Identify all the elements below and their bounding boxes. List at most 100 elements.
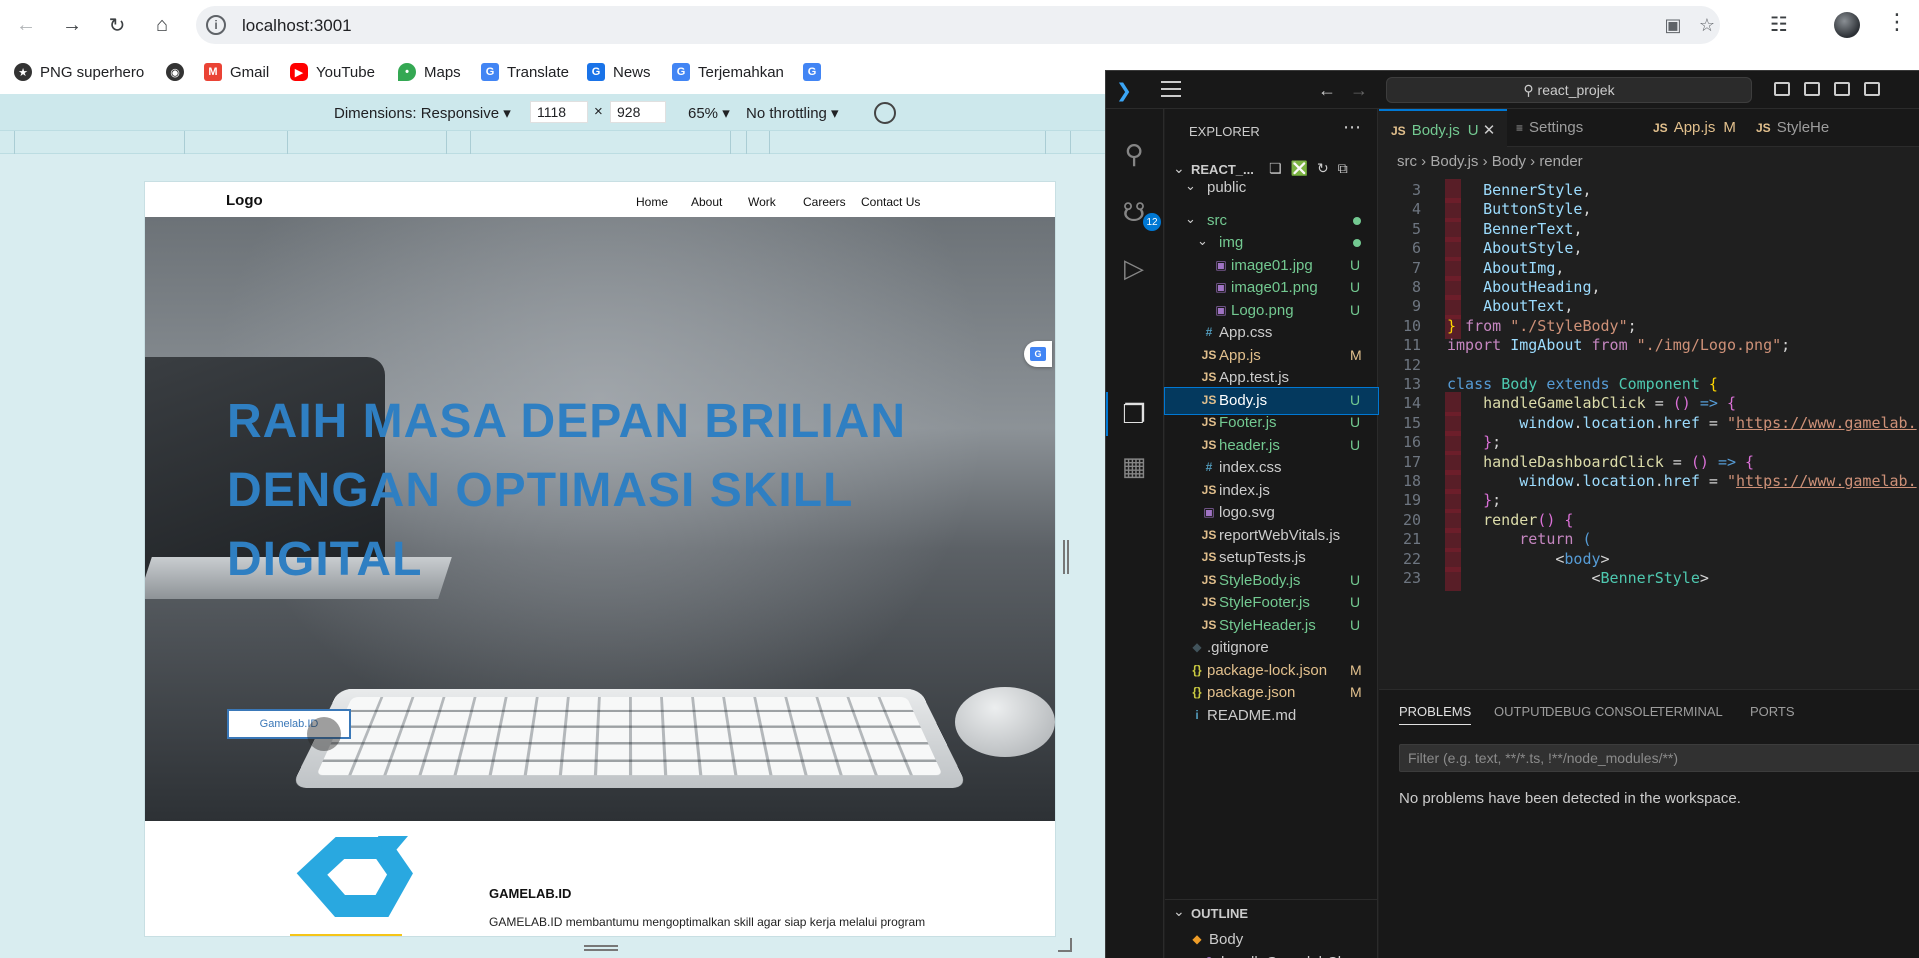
- bookmark-youtube[interactable]: ▶ YouTube: [290, 63, 375, 81]
- more-actions-icon[interactable]: ⋯: [1343, 117, 1361, 138]
- source-control-icon[interactable]: ☋ 12: [1119, 197, 1161, 231]
- bookmark-translate[interactable]: G Translate: [481, 63, 569, 81]
- bookmark-maps[interactable]: • Maps: [398, 63, 461, 81]
- file-name: package-lock.json: [1207, 661, 1328, 679]
- code-text: return (: [1519, 530, 1592, 549]
- panel-tab[interactable]: OUTPUT: [1494, 704, 1547, 719]
- js-file-icon: JS: [1201, 572, 1217, 587]
- code-editor[interactable]: 3 BennerStyle, 4 ButtonStyle, 5 BennerText…: [1379, 179, 1919, 629]
- tab-label: App.js: [1673, 119, 1716, 136]
- panel-tab[interactable]: PROBLEMS: [1399, 704, 1472, 725]
- translate-extension-chip[interactable]: G: [1024, 341, 1052, 367]
- bookmark-globe[interactable]: ◉: [166, 63, 192, 81]
- address-url[interactable]: localhost:3001: [242, 16, 352, 36]
- panel-tab[interactable]: PORTS: [1750, 704, 1795, 719]
- code-text: class Body extends Component {: [1447, 375, 1718, 393]
- resize-handle-corner[interactable]: [1058, 938, 1072, 952]
- bookmark-gmail[interactable]: M Gmail: [204, 63, 269, 81]
- command-center-search[interactable]: ⚲ react_projek: [1386, 77, 1752, 103]
- explorer-icon[interactable]: ❐: [1119, 399, 1149, 429]
- nav-home[interactable]: Home: [636, 195, 668, 209]
- editor-tab[interactable]: JS App.js M: [1641, 109, 1748, 147]
- throttle-dropdown[interactable]: No throttling ▾: [746, 104, 839, 122]
- toggle-panel-icon[interactable]: [1804, 82, 1820, 96]
- back-icon[interactable]: ←: [12, 11, 40, 39]
- js-file-icon: JS: [1201, 415, 1217, 429]
- viewport-height-input[interactable]: 928: [610, 101, 666, 123]
- nav-contact-us[interactable]: Contact Us: [861, 195, 920, 209]
- breadcrumb-item[interactable]: Body: [1492, 153, 1526, 170]
- nav-work[interactable]: Work: [748, 195, 776, 209]
- folder-item[interactable]: ⌄ public: [1165, 175, 1378, 201]
- run-debug-icon[interactable]: ▷: [1119, 253, 1149, 283]
- git-status-letter: U: [1350, 616, 1361, 633]
- bookmark-label: Terjemahkan: [698, 63, 784, 81]
- line-number: 18: [1402, 472, 1421, 490]
- toggle-secondary-sidebar-icon[interactable]: [1834, 82, 1850, 96]
- nav-careers[interactable]: Careers: [803, 195, 846, 209]
- nav-forward-icon[interactable]: →: [1350, 80, 1368, 101]
- file-name: StyleBody.js: [1219, 571, 1301, 589]
- bottom-panel: PROBLEMS OUTPUT DEBUG CONSOLE TERMINAL PORTS…: [1379, 689, 1919, 958]
- breadcrumb-item[interactable]: Body.js: [1430, 153, 1478, 170]
- device-toolbar: Dimensions: Responsive ▾ 1118 × 928 65% …: [0, 94, 1105, 130]
- js-file-icon: JS: [1201, 617, 1217, 632]
- search-icon[interactable]: ⚲: [1119, 139, 1149, 169]
- editor-tab[interactable]: ≡ Settings: [1504, 109, 1595, 147]
- editor-tab[interactable]: JS Body.js U ✕: [1379, 109, 1508, 147]
- viewport-width-input[interactable]: 1118: [530, 101, 588, 123]
- line-number: 20: [1402, 510, 1421, 529]
- code-line[interactable]: 23 <BennerStyle>: [1379, 567, 1919, 591]
- problems-filter-input[interactable]: Filter (e.g. text, **/*.ts, !**/node_mod…: [1399, 744, 1919, 772]
- file-item[interactable]: i README.md: [1165, 703, 1378, 729]
- address-bar[interactable]: i localhost:3001 ▣ ☆: [196, 6, 1720, 44]
- resize-handle-bottom[interactable]: [584, 945, 618, 951]
- editor-tab[interactable]: JS StyleHe: [1744, 109, 1841, 147]
- js-file-icon: JS: [1201, 595, 1217, 609]
- install-app-icon[interactable]: ▣: [1662, 15, 1684, 37]
- rotate-icon[interactable]: [874, 102, 896, 124]
- extensions-puzzle-icon[interactable]: ☷: [1770, 12, 1788, 37]
- media-query-ruler[interactable]: [0, 130, 1105, 155]
- activity-bar: ⚲ ☋ 12 ▷ ❐ ▦: [1106, 109, 1164, 958]
- explorer-sidebar: EXPLORER ⋯ ⌄ REACT_... ❏❎↻⧉ ⌄ public ⌄ src ⌄…: [1164, 109, 1379, 958]
- browser-toolbar: ← → ↻ ⌂ i localhost:3001 ▣ ☆ ☷ ⋮: [0, 0, 1919, 50]
- resize-handle-right[interactable]: [1063, 540, 1069, 574]
- home-icon[interactable]: ⌂: [148, 11, 176, 39]
- about-logo-image: [290, 836, 413, 936]
- breadcrumb-item[interactable]: src: [1397, 153, 1417, 170]
- close-icon[interactable]: ✕: [1479, 122, 1496, 139]
- panel-tab[interactable]: TERMINAL: [1657, 704, 1723, 719]
- outline-header[interactable]: ⌄ OUTLINE: [1165, 899, 1378, 925]
- explorer-title: EXPLORER: [1189, 124, 1260, 139]
- image-file-icon: ▣: [1215, 257, 1227, 272]
- toggle-sidebar-icon[interactable]: [1774, 82, 1790, 96]
- bookmark-terjemahkan[interactable]: G Terjemahkan: [672, 63, 784, 81]
- forward-icon[interactable]: →: [58, 11, 86, 39]
- bookmark-news[interactable]: G News: [587, 63, 651, 81]
- bookmark-png-superhero[interactable]: ★ PNG superhero: [14, 63, 144, 81]
- file-name: img: [1219, 234, 1244, 251]
- site-info-icon[interactable]: i: [206, 15, 226, 35]
- bookmark-star-icon[interactable]: ☆: [1696, 15, 1718, 37]
- customize-layout-icon[interactable]: [1864, 82, 1880, 96]
- hamburger-menu-icon[interactable]: [1161, 81, 1181, 97]
- panel-tab[interactable]: DEBUG CONSOLE: [1545, 704, 1658, 719]
- bookmark-label: News: [613, 63, 651, 81]
- dimensions-dropdown[interactable]: Dimensions: Responsive ▾: [334, 104, 511, 122]
- reload-icon[interactable]: ↻: [103, 11, 131, 39]
- extensions-icon[interactable]: ▦: [1119, 451, 1149, 481]
- vscode-logo-icon: ❯: [1116, 81, 1132, 102]
- breadcrumb-item[interactable]: render: [1539, 153, 1582, 170]
- nav-back-icon[interactable]: ←: [1318, 80, 1336, 101]
- vscode-titlebar: ❯ ← → ⚲ react_projek: [1106, 71, 1919, 109]
- browser-menu-icon[interactable]: ⋮: [1886, 9, 1908, 35]
- nav-about[interactable]: About: [691, 195, 722, 209]
- git-status-letter: U: [1350, 391, 1361, 408]
- zoom-dropdown[interactable]: 65% ▾: [688, 104, 730, 122]
- site-logo[interactable]: Logo: [226, 192, 263, 209]
- profile-avatar[interactable]: [1834, 12, 1860, 38]
- image-file-icon: ▣: [1215, 280, 1227, 294]
- outline-item[interactable]: ⚲ handleGamelabCl...: [1165, 950, 1378, 958]
- bookmark-google-translate[interactable]: G: [803, 63, 829, 81]
